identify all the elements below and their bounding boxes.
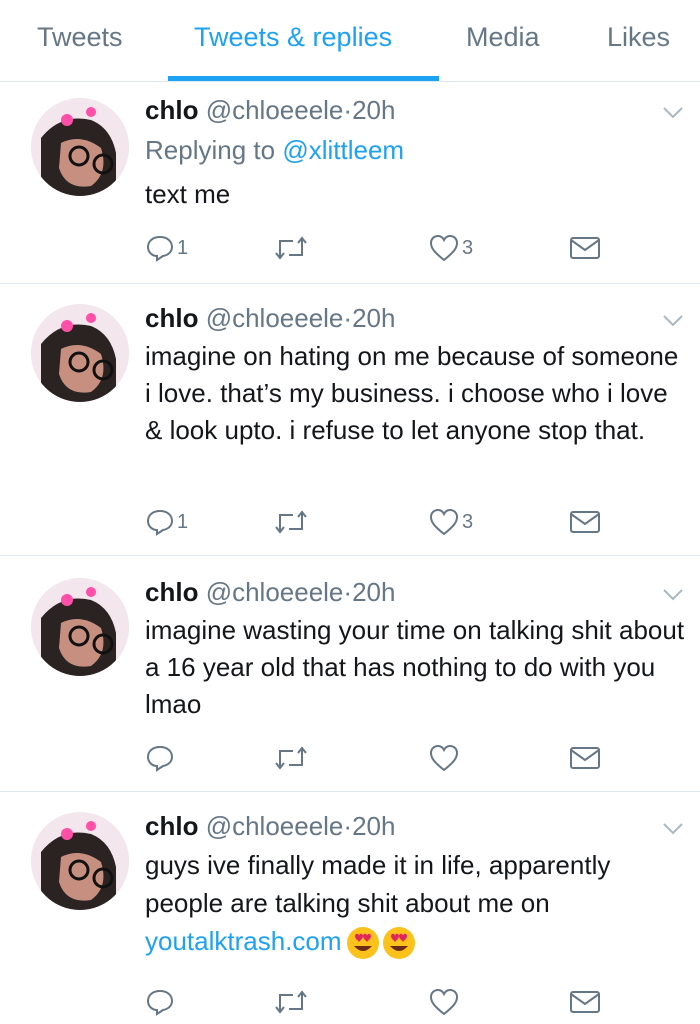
like-button[interactable] (428, 984, 462, 1020)
reply-count: 1 (177, 510, 189, 533)
reply-button[interactable]: 1 (145, 504, 188, 540)
tab-tweets[interactable]: Tweets (37, 22, 123, 53)
separator-dot: · (343, 577, 353, 607)
like-count: 3 (462, 236, 474, 259)
retweet-icon (275, 746, 307, 770)
retweet-button[interactable] (273, 984, 309, 1020)
direct-message-button[interactable] (569, 230, 601, 266)
heart-eyes-emoji-icon (346, 927, 379, 960)
avatar[interactable] (31, 98, 129, 196)
replying-to: Replying to @xlittleem (145, 134, 404, 166)
avatar[interactable] (31, 812, 129, 910)
reply-button[interactable]: 1 (145, 230, 188, 266)
tweet-item[interactable]: chlo @chloeeele·20h Replying to @xlittle… (0, 82, 700, 284)
tweet-item[interactable]: chlo @chloeeele·20h imagine wasting your… (0, 556, 700, 792)
reply-icon (146, 745, 174, 772)
tab-likes[interactable]: Likes (607, 22, 670, 53)
user-handle[interactable]: @chloeeele (206, 577, 344, 607)
direct-message-button[interactable] (569, 504, 601, 540)
retweet-button[interactable] (273, 740, 309, 776)
tweet-actions: 1 3 (145, 504, 615, 540)
tweet-header: chlo @chloeeele·20h (145, 302, 395, 334)
envelope-icon (570, 747, 600, 769)
tweet-header: chlo @chloeeele·20h (145, 810, 395, 842)
tweet-text-body: guys ive finally made it in life, appare… (145, 850, 611, 918)
replying-to-label: Replying to (145, 135, 276, 165)
separator-dot: · (343, 811, 353, 841)
avatar[interactable] (31, 304, 129, 402)
display-name[interactable]: chlo (145, 303, 198, 333)
tweet-item[interactable]: chlo @chloeeele·20h imagine on hating on… (0, 284, 700, 556)
tweet-actions (145, 984, 615, 1020)
timestamp[interactable]: 20h (352, 577, 395, 607)
tab-media[interactable]: Media (466, 22, 540, 53)
tweet-text: text me (145, 179, 231, 209)
retweet-button[interactable] (273, 504, 309, 540)
like-button[interactable] (428, 740, 462, 776)
separator-dot: · (343, 303, 353, 333)
heart-icon (429, 744, 459, 772)
reply-count: 1 (177, 236, 189, 259)
like-button[interactable]: 3 (428, 504, 473, 540)
reply-icon (146, 235, 174, 262)
chevron-down-icon[interactable] (662, 822, 684, 836)
heart-eyes-emoji-icon (382, 927, 415, 960)
heart-icon (429, 508, 459, 536)
retweet-button[interactable] (273, 230, 309, 266)
replying-to-mention[interactable]: @xlittleem (282, 135, 404, 165)
reply-icon (146, 989, 174, 1016)
retweet-icon (275, 510, 307, 534)
display-name[interactable]: chlo (145, 95, 198, 125)
tab-tweets-and-replies[interactable]: Tweets & replies (194, 22, 392, 53)
user-handle[interactable]: @chloeeele (206, 811, 344, 841)
tweet-text: imagine on hating on me because of someo… (145, 341, 679, 445)
reply-button[interactable] (145, 740, 177, 776)
chevron-down-icon[interactable] (662, 588, 684, 602)
tweet-header: chlo @chloeeele·20h (145, 576, 395, 608)
envelope-icon (570, 237, 600, 259)
envelope-icon (570, 991, 600, 1013)
display-name[interactable]: chlo (145, 811, 198, 841)
timestamp[interactable]: 20h (352, 811, 395, 841)
tweet-actions (145, 740, 615, 776)
chevron-down-icon[interactable] (662, 106, 684, 120)
user-handle[interactable]: @chloeeele (206, 95, 344, 125)
retweet-icon (275, 990, 307, 1014)
user-handle[interactable]: @chloeeele (206, 303, 344, 333)
timestamp[interactable]: 20h (352, 95, 395, 125)
tweet-item[interactable]: chlo @chloeeele·20h guys ive finally mad… (0, 792, 700, 1024)
tweet-text: guys ive finally made it in life, appare… (145, 846, 685, 960)
like-button[interactable]: 3 (428, 230, 473, 266)
tweet-header: chlo @chloeeele·20h (145, 94, 395, 126)
timestamp[interactable]: 20h (352, 303, 395, 333)
separator-dot: · (343, 95, 353, 125)
tweet-actions: 1 3 (145, 230, 615, 266)
direct-message-button[interactable] (569, 984, 601, 1020)
display-name[interactable]: chlo (145, 577, 198, 607)
like-count: 3 (462, 510, 474, 533)
envelope-icon (570, 511, 600, 533)
heart-icon (429, 988, 459, 1016)
retweet-icon (275, 236, 307, 260)
chevron-down-icon[interactable] (662, 314, 684, 328)
direct-message-button[interactable] (569, 740, 601, 776)
tweet-link[interactable]: youtalktrash.com (145, 926, 342, 956)
tweet-text: imagine wasting your time on talking shi… (145, 615, 685, 719)
heart-icon (429, 234, 459, 262)
profile-tabs: Tweets Tweets & replies Media Likes (0, 0, 700, 82)
active-tab-indicator (168, 76, 439, 81)
reply-icon (146, 509, 174, 536)
avatar[interactable] (31, 578, 129, 676)
reply-button[interactable] (145, 984, 177, 1020)
